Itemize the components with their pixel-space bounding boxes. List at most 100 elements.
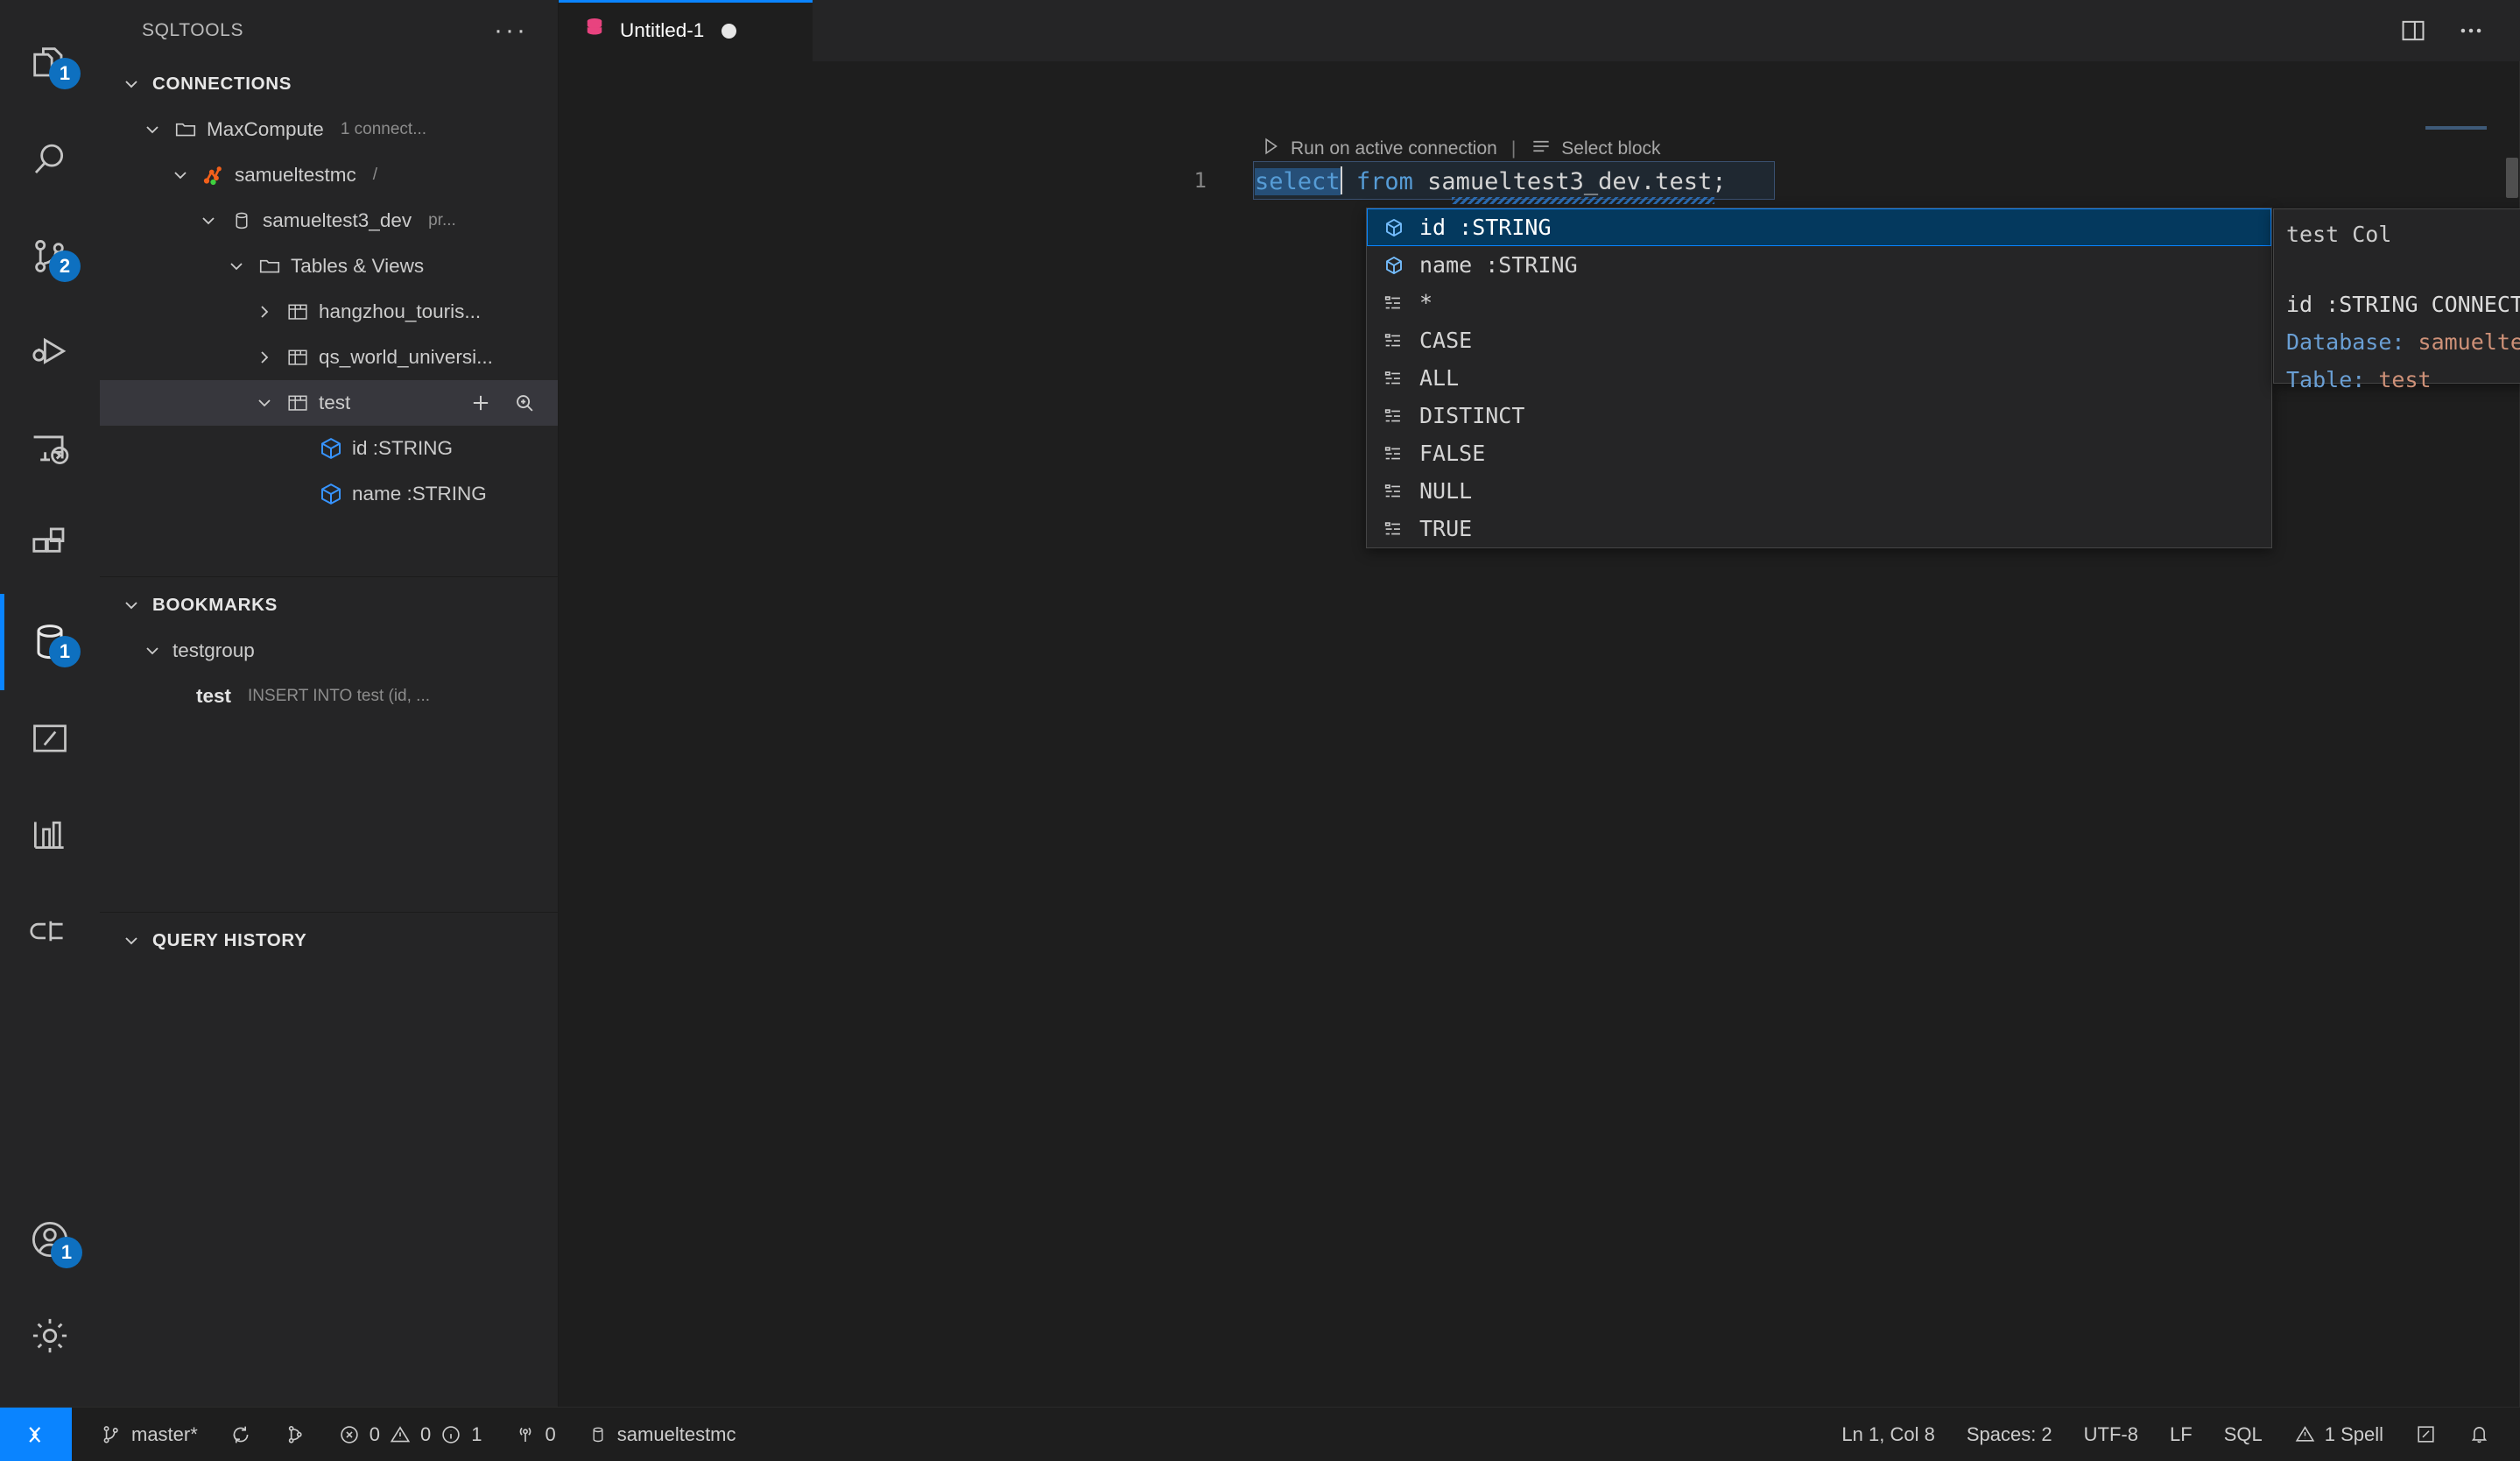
- sidebar-more-actions-icon[interactable]: ···: [494, 26, 528, 35]
- run-icon[interactable]: [1259, 135, 1282, 163]
- tree-item-bookmark-test[interactable]: test INSERT INTO test (id, ...: [100, 674, 558, 719]
- column-icon: [318, 481, 344, 507]
- activity-bar-item-extensions[interactable]: [0, 498, 100, 594]
- tree-item-column-id[interactable]: id :STRING: [100, 426, 558, 471]
- activity-bar-item-sqltools-history[interactable]: [0, 690, 100, 787]
- codelens-separator: |: [1506, 138, 1521, 159]
- suggest-item-name[interactable]: name :STRING: [1367, 246, 2271, 284]
- tree-item-connection-samueltestmc[interactable]: samueltestmc /: [100, 152, 558, 198]
- status-branch-label: master*: [131, 1423, 198, 1446]
- add-icon[interactable]: [468, 391, 493, 415]
- status-notifications[interactable]: [2453, 1408, 2506, 1461]
- magnifier-icon[interactable]: [512, 391, 537, 415]
- status-remote-indicator[interactable]: [0, 1408, 72, 1461]
- suggest-widget[interactable]: id :STRING name :STRING *: [1366, 208, 2272, 548]
- tree-item-label: name :STRING: [352, 483, 487, 505]
- activity-bar-item-search[interactable]: [0, 112, 100, 208]
- chevron-down-icon: [140, 639, 165, 663]
- activity-bar-item-manage-settings[interactable]: [0, 1288, 100, 1384]
- status-git-compare[interactable]: [268, 1408, 322, 1461]
- more-actions-icon[interactable]: [2457, 17, 2485, 45]
- maxcompute-icon: [201, 162, 227, 188]
- code-token-from: from: [1356, 168, 1413, 195]
- tree-item-tables-and-views[interactable]: Tables & Views: [100, 244, 558, 289]
- suggest-item-null[interactable]: NULL: [1367, 472, 2271, 510]
- activity-bar-item-data-wrangler[interactable]: [0, 787, 100, 883]
- activity-bar-item-source-control[interactable]: 2: [0, 208, 100, 305]
- tree-item-actions: [468, 391, 537, 415]
- code-line-1[interactable]: select from samueltest3_dev.test;: [1255, 165, 1726, 200]
- suggest-item-label: NULL: [1419, 478, 1472, 504]
- suggest-item-label: ALL: [1419, 365, 1459, 391]
- status-branch[interactable]: master*: [84, 1408, 214, 1461]
- split-editor-icon[interactable]: [2399, 17, 2427, 45]
- activity-bar-item-accounts[interactable]: 1: [0, 1191, 100, 1288]
- codelens-select-block-link[interactable]: Select block: [1561, 138, 1660, 159]
- doc-table-label: Table:: [2286, 367, 2365, 392]
- keyword-icon: [1381, 403, 1407, 429]
- doc-panel-body: id :STRING CONNECTION.COLUMN Database: s…: [2286, 286, 2520, 399]
- status-sync[interactable]: [214, 1408, 268, 1461]
- status-editor-position[interactable]: Ln 1, Col 8: [1826, 1408, 1950, 1461]
- tree-item-maxcompute[interactable]: MaxCompute 1 connect...: [100, 107, 558, 152]
- status-ports[interactable]: 0: [498, 1408, 572, 1461]
- source-control-badge: 2: [49, 251, 81, 282]
- tree-item-database-samueltest3-dev[interactable]: samueltest3_dev pr...: [100, 198, 558, 244]
- activity-bar-item-sqltools[interactable]: 1: [0, 594, 100, 690]
- activity-bar-item-remote-tunnel[interactable]: [0, 883, 100, 979]
- activity-bar-item-run-and-debug[interactable]: [0, 305, 100, 401]
- suggest-item-star[interactable]: *: [1367, 284, 2271, 321]
- sidebar-section-bookmarks[interactable]: BOOKMARKS: [100, 582, 558, 628]
- info-icon: [440, 1423, 462, 1446]
- status-editor-actions[interactable]: [2399, 1408, 2453, 1461]
- tree-item-table-test[interactable]: test: [100, 380, 558, 426]
- editor-vertical-scrollbar[interactable]: [2506, 158, 2518, 198]
- suggest-item-all[interactable]: ALL: [1367, 359, 2271, 397]
- tab-untitled-1[interactable]: Untitled-1: [559, 0, 813, 61]
- tree-item-table-hangzhou-tourism[interactable]: hangzhou_touris...: [100, 289, 558, 335]
- suggest-item-case[interactable]: CASE: [1367, 321, 2271, 359]
- status-encoding[interactable]: UTF-8: [2068, 1408, 2154, 1461]
- tree-item-bookmark-group-testgroup[interactable]: testgroup: [100, 628, 558, 674]
- column-cube-icon: [1381, 215, 1407, 241]
- gear-icon: [27, 1313, 73, 1359]
- select-block-icon[interactable]: [1530, 135, 1552, 163]
- sidebar-section-query-history[interactable]: QUERY HISTORY: [100, 918, 558, 963]
- sidebar-section-connections[interactable]: CONNECTIONS: [100, 61, 558, 107]
- status-indentation[interactable]: Spaces: 2: [1951, 1408, 2068, 1461]
- status-spell-checker[interactable]: 1 Spell: [2278, 1408, 2399, 1461]
- suggest-item-true[interactable]: TRUE: [1367, 510, 2271, 547]
- doc-panel-header: test Col ✕: [2286, 222, 2520, 247]
- text-editor[interactable]: Run on active connection | Select block …: [559, 61, 2520, 1407]
- codelens-run-link[interactable]: Run on active connection: [1291, 138, 1497, 159]
- tree-item-label: samueltestmc: [235, 164, 356, 187]
- status-eol[interactable]: LF: [2154, 1408, 2208, 1461]
- folder-icon: [257, 253, 283, 279]
- doc-database-value: samueltest3_dev: [2418, 329, 2520, 355]
- activity-bar-item-explorer[interactable]: 1: [0, 16, 100, 112]
- status-position-label: Ln 1, Col 8: [1841, 1423, 1934, 1446]
- keyword-icon: [1381, 478, 1407, 505]
- minimap[interactable]: [2425, 126, 2501, 138]
- status-bar-left: master* 0 0: [72, 1408, 752, 1461]
- status-indentation-label: Spaces: 2: [1967, 1423, 2052, 1446]
- section-label-connections: CONNECTIONS: [152, 74, 292, 95]
- suggest-item-false[interactable]: FALSE: [1367, 434, 2271, 472]
- status-problems[interactable]: 0 0 1: [322, 1408, 498, 1461]
- explorer-badge: 1: [49, 58, 81, 89]
- status-language-mode[interactable]: SQL: [2208, 1408, 2278, 1461]
- suggest-item-id[interactable]: id :STRING: [1367, 208, 2271, 246]
- status-sqltools-connection[interactable]: samueltestmc: [572, 1408, 752, 1461]
- activity-bar-item-remote-explorer[interactable]: [0, 401, 100, 498]
- git-compare-icon: [284, 1423, 306, 1446]
- doc-table-value: test: [2378, 367, 2431, 392]
- status-spell-label: 1 Spell: [2325, 1423, 2383, 1446]
- chevron-down-icon: [119, 593, 144, 618]
- tree-item-table-qs-world-university[interactable]: qs_world_universi...: [100, 335, 558, 380]
- suggest-item-distinct[interactable]: DISTINCT: [1367, 397, 2271, 434]
- doc-table-row: Table: test: [2286, 361, 2520, 399]
- activity-bar-bottom-group: 1: [0, 1191, 100, 1407]
- tree-item-column-name[interactable]: name :STRING: [100, 471, 558, 517]
- sidebar-divider: [100, 576, 558, 577]
- tab-dirty-indicator[interactable]: [722, 24, 736, 39]
